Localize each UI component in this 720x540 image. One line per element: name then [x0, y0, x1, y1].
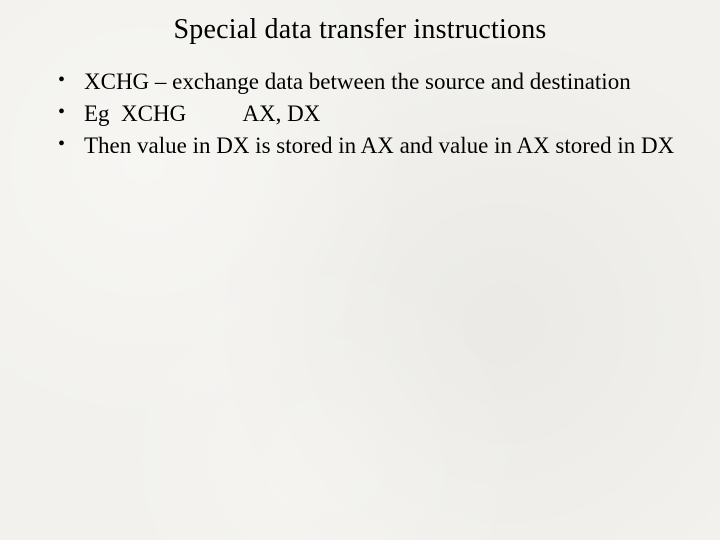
bullet-list: XCHG – exchange data between the source …: [40, 68, 680, 160]
bullet-text: Eg XCHG AX, DX: [84, 101, 320, 126]
bullet-text: Then value in DX is stored in AX and val…: [84, 133, 674, 158]
list-item: Then value in DX is stored in AX and val…: [58, 132, 680, 160]
slide: Special data transfer instructions XCHG …: [0, 0, 720, 540]
list-item: Eg XCHG AX, DX: [58, 100, 680, 128]
slide-title: Special data transfer instructions: [40, 14, 680, 46]
bullet-text: XCHG – exchange data between the source …: [84, 69, 631, 94]
list-item: XCHG – exchange data between the source …: [58, 68, 680, 96]
